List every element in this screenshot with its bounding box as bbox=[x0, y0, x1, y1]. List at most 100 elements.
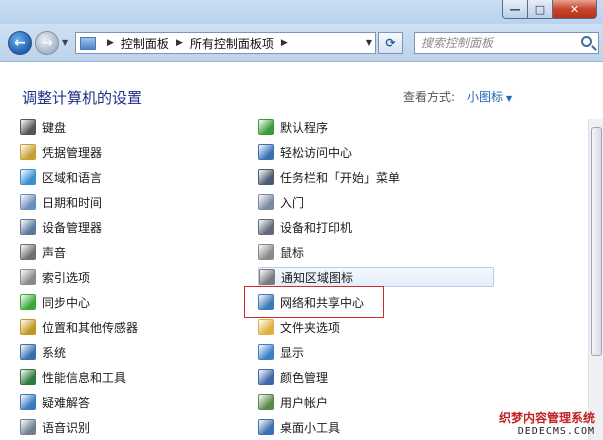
control-panel-item-label: 疑难解答 bbox=[42, 395, 91, 410]
keyboard-icon bbox=[20, 119, 36, 135]
search-input[interactable] bbox=[415, 33, 570, 53]
maximize-button[interactable]: □ bbox=[528, 0, 553, 19]
view-by-dropdown[interactable]: 小图标 ▼ bbox=[467, 88, 512, 105]
window-controls: — □ ✕ bbox=[502, 0, 597, 19]
control-panel-item[interactable]: 入门 bbox=[258, 192, 304, 212]
control-panel-item-label: 默认程序 bbox=[280, 120, 329, 135]
control-panel-item[interactable]: 轻松访问中心 bbox=[258, 142, 352, 162]
sensor-icon bbox=[20, 319, 36, 335]
page-title: 调整计算机的设置 bbox=[22, 89, 143, 107]
control-panel-item-label: 索引选项 bbox=[42, 270, 91, 285]
control-panel-item-label: 用户帐户 bbox=[280, 395, 329, 410]
control-panel-item-label: 文件夹选项 bbox=[280, 320, 341, 335]
microphone-icon bbox=[20, 419, 36, 435]
control-panel-item-label: 入门 bbox=[280, 195, 305, 210]
default-programs-icon bbox=[258, 119, 274, 135]
refresh-button[interactable]: ⟳ bbox=[378, 32, 403, 54]
breadcrumb-control-panel[interactable]: 控制面板 bbox=[121, 35, 169, 52]
control-panel-item[interactable]: 通知区域图标 bbox=[258, 267, 494, 287]
control-panel-item[interactable]: 同步中心 bbox=[20, 292, 90, 312]
notification-icon bbox=[259, 269, 275, 285]
breadcrumb-all-items[interactable]: 所有控制面板项 bbox=[190, 35, 274, 52]
troubleshoot-icon bbox=[20, 394, 36, 410]
control-panel-item-label: 网络和共享中心 bbox=[280, 295, 365, 310]
control-panel-item[interactable]: 用户帐户 bbox=[258, 392, 328, 412]
credential-icon bbox=[20, 144, 36, 160]
control-panel-item[interactable]: 日期和时间 bbox=[20, 192, 102, 212]
getting-started-icon bbox=[258, 194, 274, 210]
chevron-right-icon[interactable]: ▶ bbox=[107, 38, 114, 48]
control-panel-item-label: 区域和语言 bbox=[42, 170, 103, 185]
folder-icon bbox=[258, 319, 274, 335]
view-by-label: 查看方式: bbox=[403, 90, 456, 104]
chevron-right-icon[interactable]: ▶ bbox=[281, 38, 288, 48]
control-panel-item[interactable]: 语音识别 bbox=[20, 417, 90, 437]
chevron-down-icon: ▼ bbox=[506, 94, 513, 103]
forward-arrow-icon: → bbox=[41, 35, 53, 51]
minimize-button[interactable]: — bbox=[502, 0, 528, 19]
control-panel-items: 键盘凭据管理器区域和语言日期和时间设备管理器声音索引选项同步中心位置和其他传感器… bbox=[2, 119, 588, 440]
control-panel-item[interactable]: 性能信息和工具 bbox=[20, 367, 126, 387]
control-panel-item[interactable]: 位置和其他传感器 bbox=[20, 317, 138, 337]
control-panel-item-label: 设备管理器 bbox=[42, 220, 103, 235]
close-button[interactable]: ✕ bbox=[553, 0, 597, 19]
control-panel-item-label: 显示 bbox=[280, 345, 305, 360]
control-panel-item[interactable]: 网络和共享中心 bbox=[244, 286, 384, 318]
control-panel-item[interactable]: 鼠标 bbox=[258, 242, 304, 262]
search-icon[interactable] bbox=[581, 36, 592, 47]
refresh-icon: ⟳ bbox=[385, 36, 396, 50]
control-panel-item[interactable]: 系统 bbox=[20, 342, 66, 362]
control-panel-item[interactable]: 键盘 bbox=[20, 119, 66, 137]
control-panel-item-label: 通知区域图标 bbox=[281, 270, 354, 285]
watermark-line-1: 织梦内容管理系统 bbox=[498, 411, 595, 425]
watermark-line-2: DEDECMS.COM bbox=[517, 426, 595, 437]
control-panel-item-label: 桌面小工具 bbox=[280, 420, 341, 435]
control-panel-item[interactable]: 任务栏和「开始」菜单 bbox=[258, 167, 400, 187]
address-dropdown-icon[interactable]: ▼ bbox=[366, 38, 372, 47]
watermark: 织梦内容管理系统 DEDECMS.COM bbox=[499, 409, 595, 437]
vertical-scrollbar[interactable] bbox=[588, 119, 603, 440]
control-panel-item-label: 颜色管理 bbox=[280, 370, 329, 385]
address-bar[interactable]: ▶ 控制面板 ▶ 所有控制面板项 ▶ ▼ bbox=[75, 32, 376, 54]
control-panel-item[interactable]: 默认程序 bbox=[258, 119, 328, 137]
ease-of-access-icon bbox=[258, 144, 274, 160]
gadgets-icon bbox=[258, 419, 274, 435]
control-panel-item[interactable]: 设备和打印机 bbox=[258, 217, 352, 237]
control-panel-item[interactable]: 声音 bbox=[20, 242, 66, 262]
control-panel-item[interactable]: 显示 bbox=[258, 342, 304, 362]
control-panel-item-label: 凭据管理器 bbox=[42, 145, 103, 160]
control-panel-item-label: 系统 bbox=[42, 345, 67, 360]
chevron-right-icon[interactable]: ▶ bbox=[176, 38, 183, 48]
user-accounts-icon bbox=[258, 394, 274, 410]
color-management-icon bbox=[258, 369, 274, 385]
printer-icon bbox=[258, 219, 274, 235]
scrollbar-thumb[interactable] bbox=[591, 127, 602, 356]
speaker-icon bbox=[20, 244, 36, 260]
forward-button[interactable]: → bbox=[35, 31, 59, 55]
control-panel-icon bbox=[80, 36, 96, 50]
search-box bbox=[414, 32, 599, 54]
control-panel-item[interactable]: 文件夹选项 bbox=[258, 317, 340, 337]
control-panel-item-label: 设备和打印机 bbox=[280, 220, 353, 235]
back-arrow-icon: ← bbox=[14, 35, 26, 51]
control-panel-item-label: 鼠标 bbox=[280, 245, 305, 260]
back-button[interactable]: ← bbox=[8, 31, 32, 55]
control-panel-item[interactable]: 区域和语言 bbox=[20, 167, 102, 187]
control-panel-item[interactable]: 桌面小工具 bbox=[258, 417, 340, 437]
recent-pages-dropdown[interactable]: ▼ bbox=[62, 38, 68, 47]
clock-icon bbox=[20, 194, 36, 210]
control-panel-item[interactable]: 凭据管理器 bbox=[20, 142, 102, 162]
control-panel-item[interactable]: 索引选项 bbox=[20, 267, 90, 287]
device-manager-icon bbox=[20, 219, 36, 235]
performance-icon bbox=[20, 369, 36, 385]
control-panel-item-label: 性能信息和工具 bbox=[42, 370, 127, 385]
display-icon bbox=[258, 344, 274, 360]
control-panel-item[interactable]: 设备管理器 bbox=[20, 217, 102, 237]
control-panel-item[interactable]: 颜色管理 bbox=[258, 367, 328, 387]
mouse-icon bbox=[258, 244, 274, 260]
control-panel-item-label: 语音识别 bbox=[42, 420, 91, 435]
control-panel-item-label: 轻松访问中心 bbox=[280, 145, 353, 160]
control-panel-item-label: 同步中心 bbox=[42, 295, 91, 310]
content-header: 调整计算机的设置 查看方式: 小图标 ▼ bbox=[0, 63, 603, 123]
control-panel-item[interactable]: 疑难解答 bbox=[20, 392, 90, 412]
